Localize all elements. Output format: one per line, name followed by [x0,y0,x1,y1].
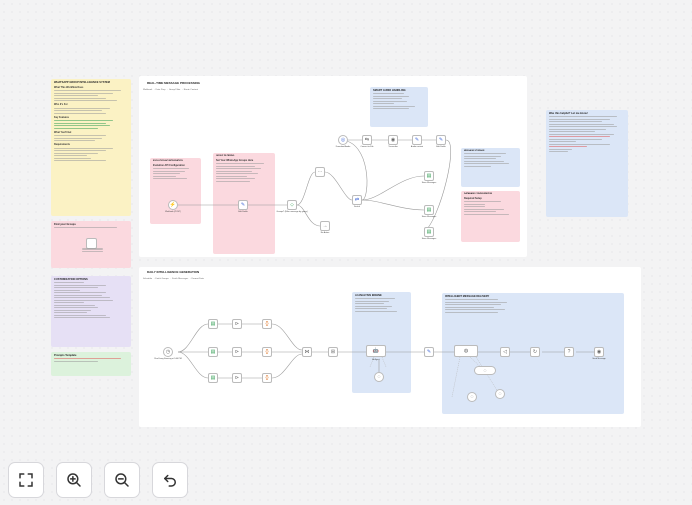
code-node-1[interactable]: {} [262,319,272,329]
fetch-node-1[interactable]: ▤ [208,319,218,329]
audio-download-label: Download Audio [335,146,351,148]
audio-output-label: Audio content [410,146,424,148]
audio-download-node[interactable]: ◎ [338,135,348,145]
edit-text-label: Edit Fields [436,146,446,148]
group-check-label: Groups? (Filter message by group) [276,211,308,213]
send-label: Send Message [592,358,606,360]
format-node[interactable]: ✎ [424,347,434,357]
undo-button[interactable] [152,462,188,498]
fetch-node-3[interactable]: ▤ [208,373,218,383]
fit-view-icon [19,473,33,487]
send-node[interactable]: ◉ [594,347,604,357]
filter-node-2[interactable]: ⊳ [232,347,242,357]
wait-node[interactable]: ? [564,347,574,357]
memory-node[interactable]: ◌ [474,366,496,375]
no-action-node[interactable]: → [320,221,330,231]
filter-node-3[interactable]: ⊳ [232,373,242,383]
ai-agent-label: AI Agent [372,359,380,361]
switch-node[interactable]: ⇄ [352,195,362,205]
zoom-out-button[interactable] [104,462,140,498]
connection-wires [177,139,596,398]
set-data-label: Edit Fields [238,211,248,213]
workflow-canvas[interactable]: REAL-TIME MESSAGE PROCESSING Webhook → D… [0,0,692,505]
store-messages-label-3: Store Messages [421,238,437,240]
webhook-node[interactable]: ⚡ [168,200,178,210]
convert-label: Convert to File [360,146,374,148]
store-messages-node-3[interactable]: ▤ [424,227,434,237]
webhook-label: Webhook (POST) [165,211,181,213]
edit-text-node[interactable]: ✎ [436,135,446,145]
zoom-out-icon [115,473,129,487]
set-data-node[interactable]: ✎ [238,200,248,210]
aggregate-node[interactable]: ⊞ [328,347,338,357]
fit-view-button[interactable] [8,462,44,498]
undo-icon [164,474,176,487]
schedule-node[interactable]: ◷ [163,347,173,357]
fetch-node-2[interactable]: ▤ [208,347,218,357]
audio-output-node[interactable]: ✎ [412,135,422,145]
group-check-node[interactable]: ⬦ [287,200,297,210]
no-action-label: No Action [320,232,330,234]
store-messages-label-1: Store Messages [421,182,437,184]
code-node-3[interactable]: {} [262,373,272,383]
zoom-in-button[interactable] [56,462,92,498]
code-node-2[interactable]: {} [262,347,272,357]
switch-label: Switch [354,206,360,208]
transcribe-label: Transcribe [388,146,398,148]
tool-node-1[interactable]: ◌ [467,392,477,402]
agent-node-2[interactable]: ◍ [454,345,478,357]
loop-node[interactable]: ↻ [530,347,540,357]
store-messages-label-2: Store Messages [421,216,437,218]
merge-node[interactable]: ⋈ [302,347,312,357]
filter-node[interactable]: ⋯ [315,167,325,177]
store-messages-node-1[interactable]: ▤ [424,171,434,181]
ai-agent-node[interactable]: 🤖 [366,345,386,357]
zoom-in-icon [67,473,81,487]
tool-node-2[interactable]: ◌ [495,389,505,399]
transcribe-node[interactable]: ◉ [388,135,398,145]
ai-model-node[interactable]: ◌ [374,372,384,382]
schedule-label: Run Every Evening at 9:00 PM [154,358,182,360]
filter-node-1[interactable]: ⊳ [232,319,242,329]
convert-node[interactable]: ⇆ [362,135,372,145]
store-messages-node-2[interactable]: ▤ [424,205,434,215]
split-node[interactable]: ◁ [500,347,510,357]
